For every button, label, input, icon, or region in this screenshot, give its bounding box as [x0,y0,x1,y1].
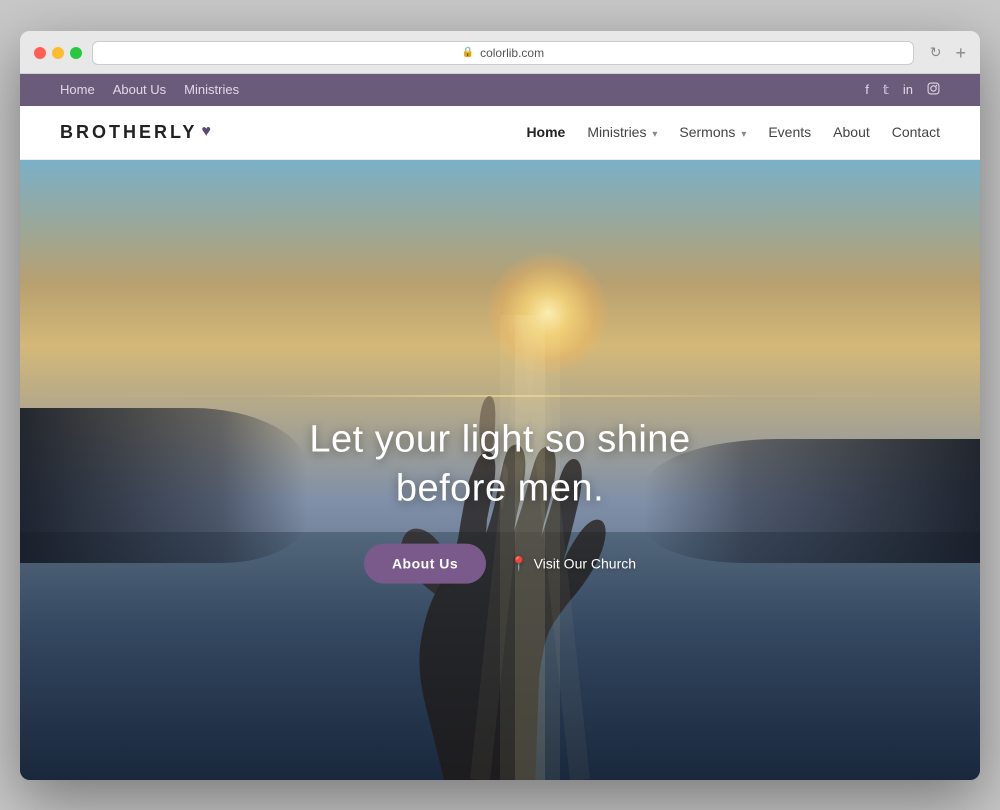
brand-heart-icon: ♥ [201,123,214,141]
nav-contact[interactable]: Contact [892,124,940,140]
hero-content: Let your light so shine before men. Abou… [20,415,980,584]
nav-ministries[interactable]: Ministries ▾ [587,124,657,140]
url-text: colorlib.com [480,46,544,60]
new-tab-button[interactable]: + [955,44,966,62]
nav-sermons[interactable]: Sermons ▾ [679,124,746,140]
refresh-icon[interactable]: ↻ [930,44,942,61]
hero-actions: About Us 📍 Visit Our Church [40,544,960,584]
hero-quote-line2: before men. [396,468,604,510]
address-bar[interactable]: 🔒 colorlib.com [92,41,914,65]
facebook-icon[interactable]: f [865,82,869,97]
sermons-dropdown-icon: ▾ [741,129,746,140]
brand-text: BROTHERLY [60,122,197,143]
visit-church-button[interactable]: 📍 Visit Our Church [510,555,636,572]
topbar-nav-home[interactable]: Home [60,82,95,97]
minimize-button[interactable] [52,47,64,59]
main-nav-links: Home Ministries ▾ Sermons ▾ Events About… [526,124,940,140]
browser-window: 🔒 colorlib.com ↻ + Home About Us Ministr… [20,31,980,780]
lock-icon: 🔒 [462,47,474,58]
browser-chrome: 🔒 colorlib.com ↻ + [20,31,980,74]
top-bar: Home About Us Ministries f 𝕥 in [20,74,980,106]
hero-quote: Let your light so shine before men. [40,415,960,514]
nav-home[interactable]: Home [526,124,565,140]
topbar-nav-about[interactable]: About Us [113,82,166,97]
top-bar-social: f 𝕥 in [865,82,940,98]
visit-church-label: Visit Our Church [534,556,636,572]
nav-about[interactable]: About [833,124,870,140]
ministries-dropdown-icon: ▾ [652,129,657,140]
hero-quote-line1: Let your light so shine [309,418,690,460]
main-nav: BROTHERLY♥ Home Ministries ▾ Sermons ▾ E… [20,106,980,160]
location-pin-icon: 📍 [510,555,527,572]
nav-events[interactable]: Events [768,124,811,140]
traffic-lights [34,47,82,59]
topbar-nav-ministries[interactable]: Ministries [184,82,239,97]
twitter-icon[interactable]: 𝕥 [883,82,889,98]
brand-logo: BROTHERLY♥ [60,122,214,143]
hero-section: Let your light so shine before men. Abou… [20,160,980,780]
instagram-icon[interactable] [927,82,940,98]
top-bar-nav: Home About Us Ministries [60,82,239,97]
linkedin-icon[interactable]: in [903,82,913,97]
close-button[interactable] [34,47,46,59]
maximize-button[interactable] [70,47,82,59]
about-us-button[interactable]: About Us [364,544,486,584]
